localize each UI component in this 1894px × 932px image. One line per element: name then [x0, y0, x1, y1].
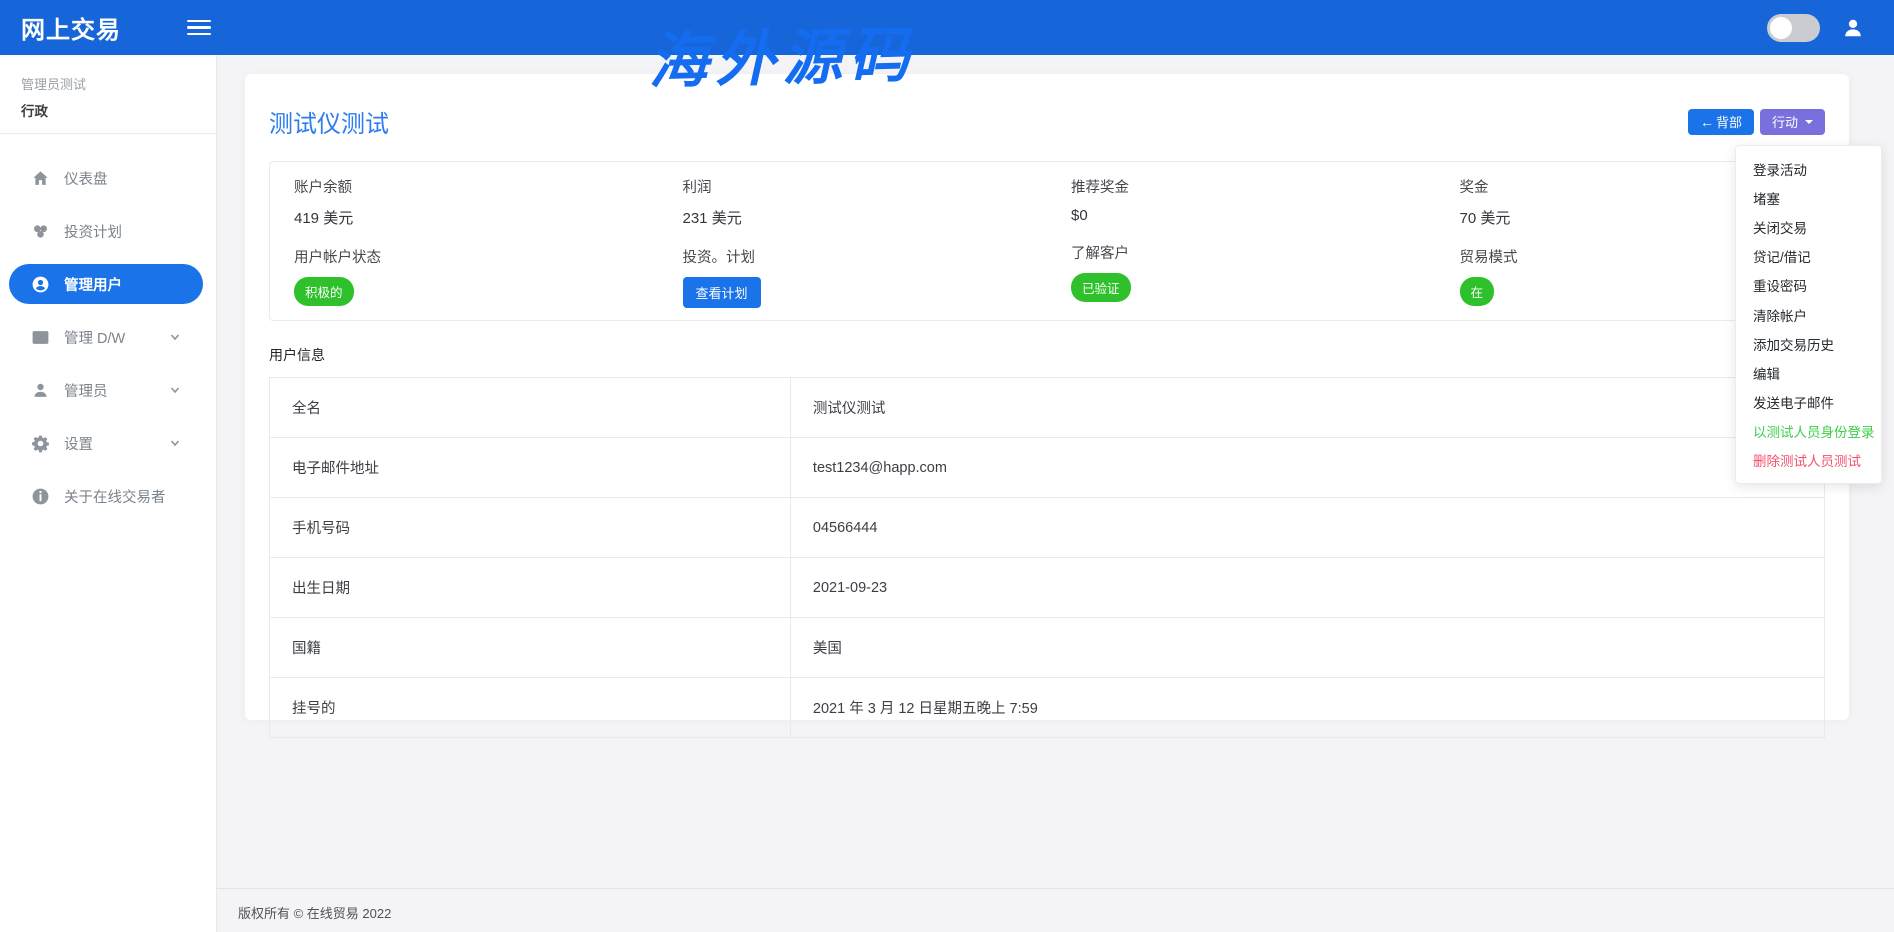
user-detail-card: 测试仪测试 ← 背部 行动 账户余额: [245, 74, 1849, 720]
gear-icon: [31, 434, 50, 453]
info-key: 挂号的: [270, 678, 791, 738]
info-key: 电子邮件地址: [270, 438, 791, 498]
navbar-right: [1767, 14, 1894, 42]
hamburger-menu-icon[interactable]: [187, 20, 211, 36]
sidebar-item-label: 仪表盘: [64, 168, 108, 189]
info-value: test1234@happ.com: [790, 438, 1824, 498]
sidebar-item-investment-plans[interactable]: 投资计划: [9, 211, 203, 251]
user-icon[interactable]: [1842, 17, 1864, 39]
stat-balance: 账户余额 419 美元 用户帐户状态 积极的: [270, 176, 659, 304]
sidebar-item-label: 设置: [64, 433, 93, 454]
action-menu-item-edit[interactable]: 编辑: [1736, 358, 1881, 387]
app-root: 海外源码 网上交易 管理员测试 行政: [0, 0, 1894, 932]
stat-label: 利润: [683, 176, 1048, 197]
main-content: 测试仪测试 ← 背部 行动 账户余额: [217, 55, 1894, 932]
info-value: 2021-09-23: [790, 558, 1824, 618]
info-key: 全名: [270, 378, 791, 438]
admin-name: 管理员测试: [21, 74, 195, 93]
view-plans-button[interactable]: 查看计划: [683, 277, 761, 308]
sidebar-item-manage-dw[interactable]: 管理 D/W: [9, 317, 203, 357]
theme-toggle[interactable]: [1767, 14, 1820, 42]
trade-mode-badge: 在: [1460, 277, 1495, 306]
sidebar-item-label: 管理员: [64, 380, 108, 401]
stat-label: 账户余额: [294, 176, 659, 197]
table-row: 全名 测试仪测试: [270, 378, 1825, 438]
back-arrow-icon: ←: [1700, 114, 1714, 130]
account-stats: 账户余额 419 美元 用户帐户状态 积极的 利润 231 美元 投资。计划 查…: [269, 161, 1825, 321]
action-menu-item-clear-account[interactable]: 清除帐户: [1736, 300, 1881, 329]
action-menu-item-login-activity[interactable]: 登录活动: [1736, 154, 1881, 183]
stat-label: 了解客户: [1071, 242, 1436, 263]
sidebar-item-admins[interactable]: 管理员: [9, 370, 203, 410]
table-row: 国籍 美国: [270, 618, 1825, 678]
stat-referral-bonus: 推荐奖金 $0 了解客户 已验证: [1047, 176, 1436, 304]
action-menu-item-login-as-user[interactable]: 以测试人员身份登录: [1736, 417, 1881, 446]
action-menu-item-add-trade-history[interactable]: 添加交易历史: [1736, 329, 1881, 358]
sidebar-item-settings[interactable]: 设置: [9, 423, 203, 463]
sidebar-item-manage-users[interactable]: 管理用户: [9, 264, 203, 304]
table-row: 挂号的 2021 年 3 月 12 日星期五晚上 7:59: [270, 678, 1825, 738]
user-circle-icon: [31, 275, 50, 294]
info-value: 2021 年 3 月 12 日星期五晚上 7:59: [790, 678, 1824, 738]
sidebar: 管理员测试 行政 仪表盘 投资计划: [0, 55, 217, 932]
stat-profit: 利润 231 美元 投资。计划 查看计划: [659, 176, 1048, 304]
top-navbar: 网上交易: [0, 0, 1894, 55]
sidebar-item-label: 关于在线交易者: [64, 486, 166, 507]
action-menu-item-close-trade[interactable]: 关闭交易: [1736, 212, 1881, 241]
action-button[interactable]: 行动: [1760, 109, 1825, 135]
sidebar-nav: 仪表盘 投资计划 管理用户: [0, 134, 216, 516]
page-title: 测试仪测试: [269, 104, 389, 139]
action-menu-item-credit-debit[interactable]: 贷记/借记: [1736, 242, 1881, 271]
admin-role: 行政: [21, 100, 195, 120]
action-menu-item-delete-user[interactable]: 删除测试人员测试: [1736, 446, 1881, 475]
action-menu-item-block[interactable]: 堵塞: [1736, 183, 1881, 212]
stat-value: 231 美元: [683, 207, 1048, 228]
stat-label: 投资。计划: [683, 246, 1048, 267]
chevron-down-icon: [170, 332, 180, 342]
account-status-badge: 积极的: [294, 277, 354, 306]
chevron-down-icon: [170, 438, 180, 448]
chevron-down-icon: [170, 385, 180, 395]
user-info-table: 全名 测试仪测试 电子邮件地址 test1234@happ.com 手机号码 0…: [269, 377, 1825, 738]
info-value: 美国: [790, 618, 1824, 678]
info-value: 04566444: [790, 498, 1824, 558]
back-button[interactable]: ← 背部: [1688, 109, 1754, 135]
kyc-badge: 已验证: [1071, 273, 1131, 302]
wallet-icon: [31, 328, 50, 347]
info-value: 测试仪测试: [790, 378, 1824, 438]
sidebar-item-label: 管理 D/W: [64, 327, 125, 348]
brand-title[interactable]: 网上交易: [0, 10, 121, 45]
stat-value: 419 美元: [294, 207, 659, 228]
sidebar-item-dashboard[interactable]: 仪表盘: [9, 158, 203, 198]
copyright-text: 版权所有 © 在线贸易 2022: [238, 906, 391, 921]
table-row: 出生日期 2021-09-23: [270, 558, 1825, 618]
info-key: 国籍: [270, 618, 791, 678]
sidebar-item-label: 管理用户: [64, 274, 122, 295]
info-key: 出生日期: [270, 558, 791, 618]
plans-icon: [31, 222, 50, 241]
sidebar-item-label: 投资计划: [64, 221, 122, 242]
user-info-title: 用户信息: [269, 345, 1825, 365]
home-icon: [31, 169, 50, 188]
table-row: 电子邮件地址 test1234@happ.com: [270, 438, 1825, 498]
info-key: 手机号码: [270, 498, 791, 558]
info-icon: [31, 487, 50, 506]
stat-value: $0: [1071, 207, 1436, 224]
caret-down-icon: [1805, 120, 1813, 124]
table-row: 手机号码 04566444: [270, 498, 1825, 558]
sidebar-item-about[interactable]: 关于在线交易者: [9, 476, 203, 516]
sidebar-header: 管理员测试 行政: [0, 55, 216, 134]
action-menu: 登录活动 堵塞 关闭交易 贷记/借记 重设密码 清除帐户 添加交易历史 编辑 发…: [1735, 145, 1882, 484]
toggle-knob: [1770, 17, 1792, 39]
action-menu-item-reset-password[interactable]: 重设密码: [1736, 271, 1881, 300]
stat-label: 用户帐户状态: [294, 246, 659, 267]
stat-label: 推荐奖金: [1071, 176, 1436, 197]
action-menu-item-send-email[interactable]: 发送电子邮件: [1736, 388, 1881, 417]
footer: 版权所有 © 在线贸易 2022: [217, 888, 1894, 932]
admin-user-icon: [31, 381, 50, 400]
